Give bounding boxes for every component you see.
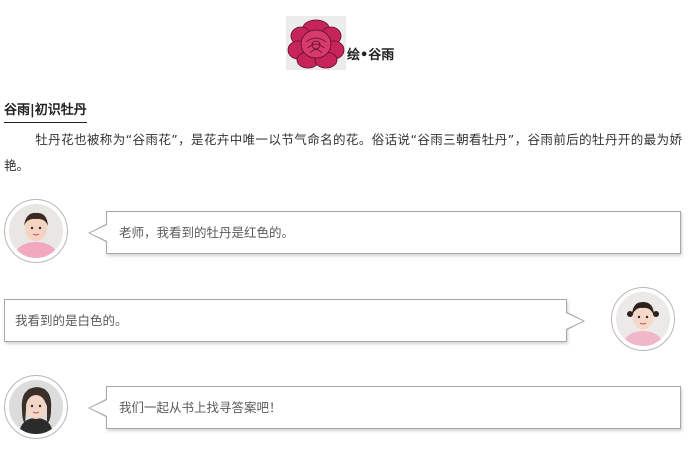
intro-paragraph: 牡丹花也被称为“谷雨花”，是花卉中唯一以节气命名的花。俗话说“谷雨三朝看牡丹”，… bbox=[4, 132, 682, 173]
chat-bubble: 我看到的是白色的。 bbox=[4, 299, 585, 342]
child-girl-avatar-icon bbox=[616, 292, 670, 346]
avatar bbox=[4, 199, 68, 263]
chat-bubble: 我们一起从书上找寻答案吧！ bbox=[88, 386, 681, 429]
chat-message: 老师，我看到的牡丹是红色的。 bbox=[119, 225, 295, 240]
chat-bubble: 老师，我看到的牡丹是红色的。 bbox=[88, 211, 681, 254]
chat-message: 我们一起从书上找寻答案吧！ bbox=[119, 400, 282, 415]
peony-flower-image bbox=[286, 16, 346, 70]
child-girl-avatar-icon bbox=[9, 204, 63, 258]
section-heading: 谷雨|初识牡丹 bbox=[4, 102, 87, 123]
teacher-woman-avatar-icon bbox=[9, 380, 63, 434]
chat-message: 我看到的是白色的。 bbox=[15, 313, 128, 328]
avatar bbox=[611, 287, 675, 351]
page-title: 绘•谷雨 bbox=[347, 48, 395, 63]
avatar bbox=[4, 375, 68, 439]
peony-flower-icon bbox=[286, 16, 346, 70]
